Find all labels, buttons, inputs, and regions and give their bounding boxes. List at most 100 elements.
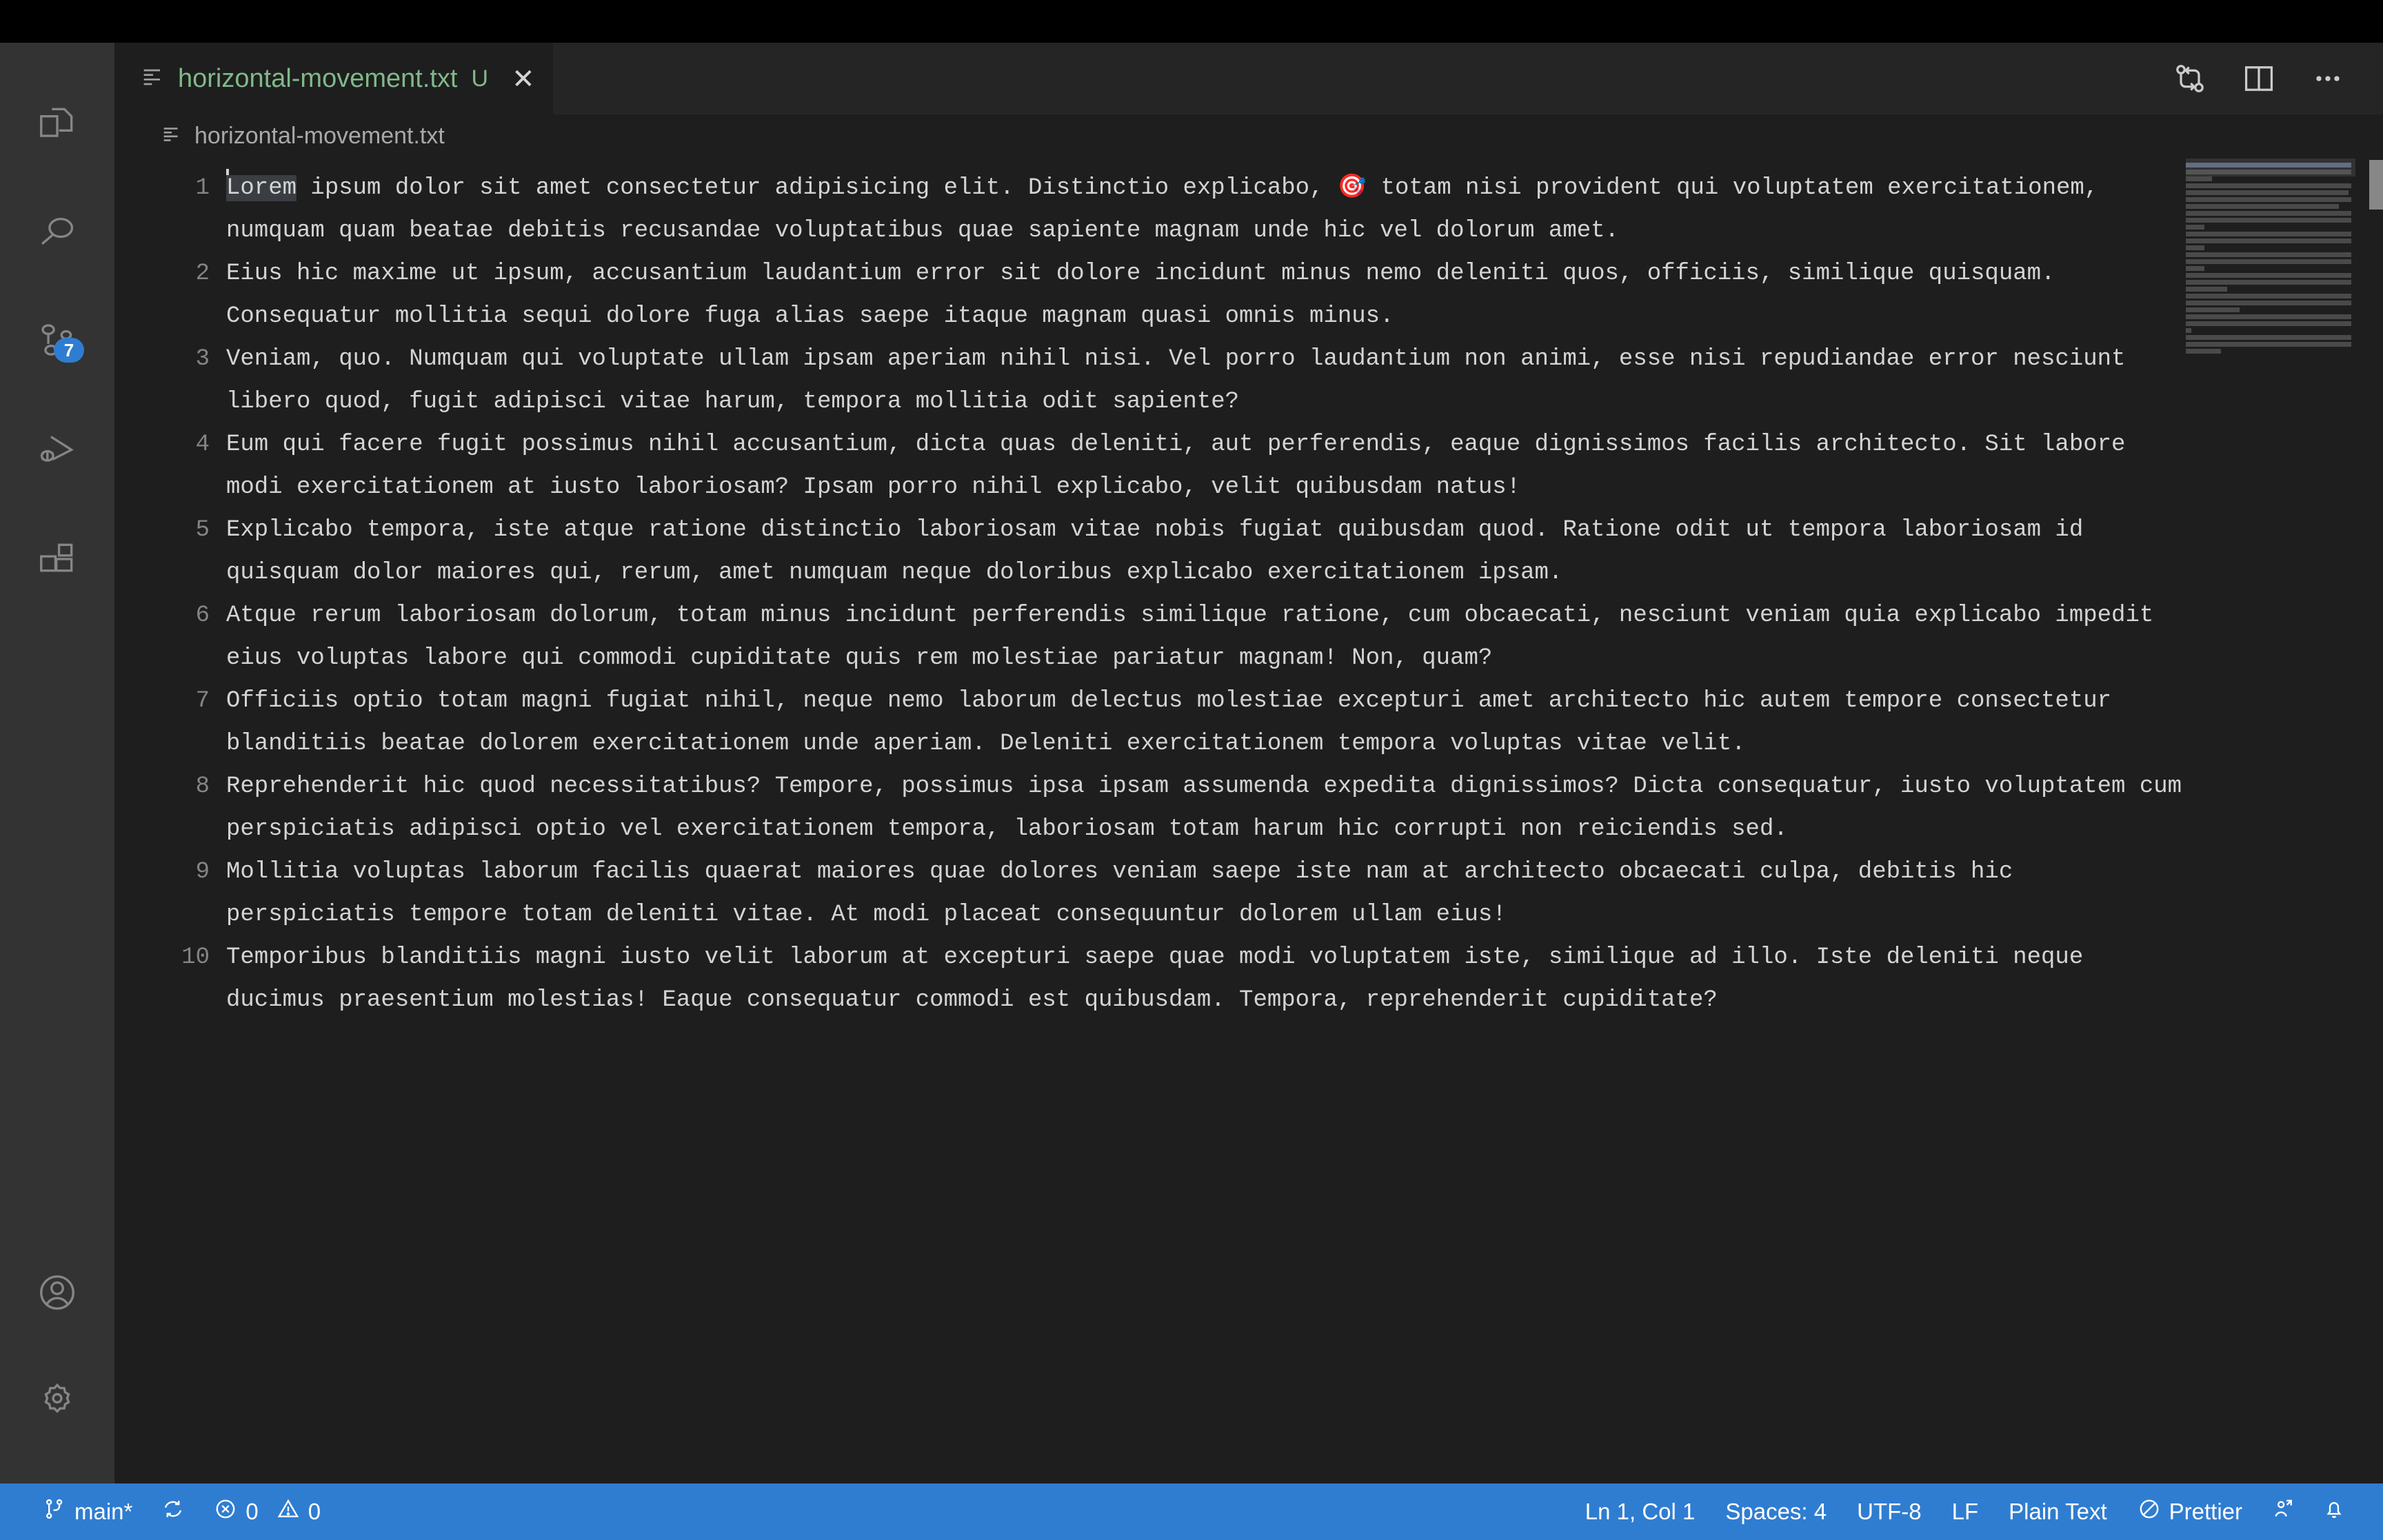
status-encoding[interactable]: UTF-8 [1842, 1483, 1937, 1540]
minimap-line [2186, 232, 2351, 236]
line-number: 5 [195, 517, 210, 543]
split-editor-icon[interactable] [2241, 61, 2277, 97]
status-prettier[interactable]: Prettier [2122, 1483, 2258, 1540]
minimap-line [2186, 307, 2240, 312]
code-line-text[interactable]: Temporibus blanditiis magni iusto velit … [222, 936, 2186, 1022]
breadcrumb[interactable]: horizontal-movement.txt [114, 114, 2383, 157]
line-number: 4 [195, 432, 210, 458]
code-line-text[interactable]: Officiis optio totam magni fugiat nihil,… [222, 680, 2186, 765]
status-problems[interactable]: 0 0 [199, 1483, 336, 1540]
status-branch-label: main* [74, 1499, 133, 1524]
status-branch[interactable]: main* [28, 1483, 148, 1540]
text-editor[interactable]: 1 Lorem ipsum dolor sit amet consectetur … [114, 157, 2383, 1483]
sync-icon [161, 1497, 185, 1526]
source-control-badge: 7 [54, 338, 84, 363]
minimap-line [2186, 294, 2351, 298]
line-number: 8 [195, 773, 210, 800]
selected-text: Lorem [226, 175, 297, 201]
status-cursor-position[interactable]: Ln 1, Col 1 [1570, 1483, 1711, 1540]
code-line[interactable]: 8 Reprehenderit hic quod necessitatibus? … [114, 765, 2186, 851]
minimap-line [2186, 211, 2351, 216]
minimap-line [2186, 218, 2351, 223]
minimap-line [2186, 314, 2351, 319]
status-remote-broadcast[interactable] [2258, 1483, 2309, 1540]
minimap-line [2186, 183, 2351, 188]
editor-vertical-scrollbar[interactable] [2369, 157, 2383, 1483]
warning-icon [276, 1497, 300, 1526]
code-line-text[interactable]: Atque rerum laboriosam dolorum, totam mi… [222, 594, 2186, 680]
tab-git-status: U [471, 65, 489, 92]
minimap-slider[interactable] [2186, 159, 2355, 176]
status-indentation[interactable]: Spaces: 4 [1710, 1483, 1842, 1540]
sidebar-item-extensions[interactable] [0, 505, 114, 614]
code-line-text[interactable]: Lorem ipsum dolor sit amet consectetur a… [222, 167, 2186, 252]
ellipsis-icon[interactable] [2310, 61, 2346, 97]
status-cursor-position-label: Ln 1, Col 1 [1585, 1499, 1696, 1524]
minimap-line [2186, 266, 2204, 271]
code-line-text[interactable]: Explicabo tempora, iste atque ratione di… [222, 509, 2186, 594]
compare-changes-icon[interactable] [2172, 61, 2208, 97]
code-line[interactable]: 6 Atque rerum laboriosam dolorum, totam m… [114, 594, 2186, 680]
scrollbar-thumb[interactable] [2369, 160, 2383, 210]
error-icon [214, 1497, 237, 1526]
line-number: 9 [195, 859, 210, 885]
line-number: 3 [195, 346, 210, 372]
code-line[interactable]: 2 Eius hic maxime ut ipsum, accusantium l… [114, 252, 2186, 338]
manage-settings-button[interactable] [0, 1347, 114, 1456]
sidebar-item-explorer[interactable] [0, 69, 114, 178]
status-language-mode-label: Plain Text [2009, 1499, 2107, 1524]
code-line-text[interactable]: Veniam, quo. Numquam qui voluptate ullam… [222, 338, 2186, 423]
extensions-icon [36, 538, 79, 580]
minimap-line [2186, 273, 2351, 278]
code-line[interactable]: 10 Temporibus blanditiis magni iusto veli… [114, 936, 2186, 1022]
minimap-lines [2186, 163, 2355, 356]
status-encoding-label: UTF-8 [1857, 1499, 1922, 1524]
minimap-line [2186, 245, 2204, 250]
code-line[interactable]: 3 Veniam, quo. Numquam qui voluptate ulla… [114, 338, 2186, 423]
status-language-mode[interactable]: Plain Text [1993, 1483, 2122, 1540]
status-errors-count: 0 [245, 1499, 259, 1524]
minimap-line [2186, 197, 2351, 202]
status-notifications[interactable] [2309, 1483, 2360, 1540]
close-icon[interactable]: ✕ [512, 65, 535, 93]
code-line[interactable]: 5 Explicabo tempora, iste atque ratione d… [114, 509, 2186, 594]
minimap[interactable] [2186, 157, 2369, 1483]
activity-bar: 7 [0, 43, 114, 1483]
line-number: 6 [195, 602, 210, 629]
editor-toolbar [2172, 43, 2383, 114]
files-icon [36, 102, 79, 145]
minimap-line [2186, 328, 2191, 333]
line-number: 10 [181, 944, 210, 971]
code-line[interactable]: 1 Lorem ipsum dolor sit amet consectetur … [114, 167, 2186, 252]
minimap-line [2186, 342, 2351, 347]
code-line[interactable]: 4 Eum qui facere fugit possimus nihil acc… [114, 423, 2186, 509]
sidebar-item-run-debug[interactable] [0, 396, 114, 505]
text-file-icon [160, 123, 183, 150]
code-line-text[interactable]: Reprehenderit hic quod necessitatibus? T… [222, 765, 2186, 851]
status-sync[interactable] [148, 1483, 199, 1540]
text-file-icon [139, 63, 167, 94]
accounts-button[interactable] [0, 1238, 114, 1347]
sidebar-item-search[interactable] [0, 178, 114, 287]
sidebar-item-source-control[interactable]: 7 [0, 287, 114, 396]
code-line-text[interactable]: Eum qui facere fugit possimus nihil accu… [222, 423, 2186, 509]
status-eol[interactable]: LF [1937, 1483, 1994, 1540]
minimap-line [2186, 176, 2212, 181]
status-indentation-label: Spaces: 4 [1725, 1499, 1827, 1524]
code-line-text[interactable]: Eius hic maxime ut ipsum, accusantium la… [222, 252, 2186, 338]
bell-icon [2322, 1497, 2346, 1526]
minimap-line [2186, 301, 2351, 305]
tab-horizontal-movement[interactable]: horizontal-movement.txt U ✕ [114, 43, 554, 114]
title-bar [0, 0, 2383, 43]
tab-bar: horizontal-movement.txt U ✕ [114, 43, 2383, 114]
code-line[interactable]: 9 Mollitia voluptas laborum facilis quaer… [114, 851, 2186, 936]
code-line[interactable]: 7 Officiis optio totam magni fugiat nihil… [114, 680, 2186, 765]
status-warnings-count: 0 [308, 1499, 321, 1524]
search-icon [36, 211, 79, 254]
run-and-debug-icon [36, 429, 79, 472]
code-line-text[interactable]: Mollitia voluptas laborum facilis quaera… [222, 851, 2186, 936]
minimap-line [2186, 225, 2204, 230]
tab-label: horizontal-movement.txt [178, 64, 458, 93]
breadcrumb-label: horizontal-movement.txt [194, 122, 445, 149]
editor-area: horizontal-movement.txt U ✕ horizontal-m… [114, 43, 2383, 1483]
